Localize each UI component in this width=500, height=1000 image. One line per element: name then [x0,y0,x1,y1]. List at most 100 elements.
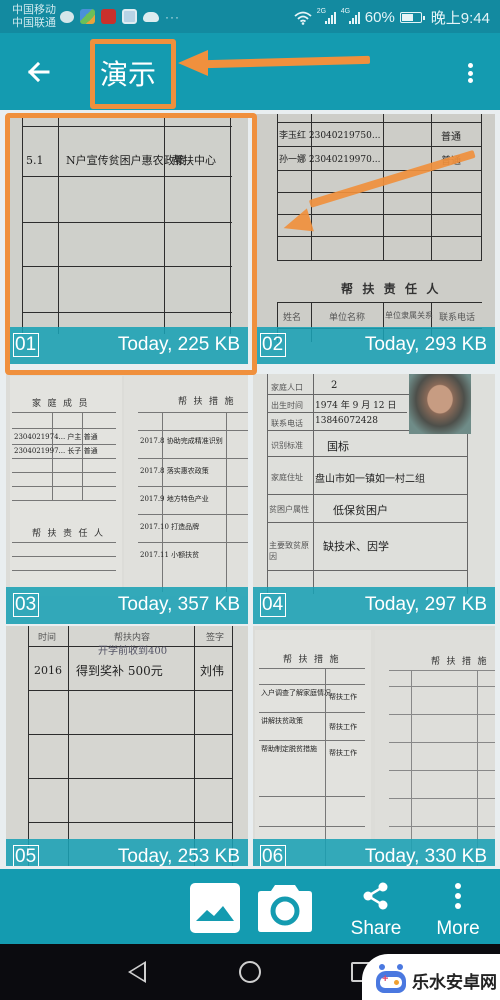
handwriting: 2017.10 打造品牌 [140,523,200,531]
table-line [267,522,467,523]
table-line [383,114,384,260]
wechat-icon [60,10,74,23]
document-card[interactable]: 时间 帮扶内容 签字 开学前收到400 2016 得到奖补 500元 刘伟 05… [6,626,248,866]
field-label: 联系电话 [271,419,303,428]
handwriting: 2017.8 落实惠农政策 [140,467,209,475]
table-line [22,266,232,267]
table-line [226,412,227,592]
item-meta: Today, 225 KB [117,334,240,355]
table-line [28,734,233,735]
document-card[interactable]: 家 庭 成 员 帮 扶 措 施 2304021974... 户主 普通 2304… [6,374,248,624]
table-line [28,778,233,779]
field-label: 家庭人口 [271,383,303,392]
handwriting: 帮扶工作 [329,749,357,757]
table-line [12,570,116,571]
doc-heading: 帮 扶 责 任 人 [32,528,106,538]
handwriting: 帮扶工作 [329,693,357,701]
share-button[interactable]: Share [346,881,406,940]
handwriting: 入户调查了解家庭情况 [261,689,331,697]
item-caption: 02 Today, 293 KB [253,327,495,364]
handwriting: 2017.8 协助完成精准识别 [140,437,223,445]
item-meta: Today, 297 KB [364,594,487,615]
wifi-icon [294,11,312,25]
table-line [138,486,248,487]
camera-button[interactable] [257,881,313,932]
camera-icon [258,885,312,932]
table-line [431,114,432,260]
item-index: 05 [13,845,39,866]
import-gallery-button[interactable] [190,883,240,933]
table-line [28,690,233,691]
weather-icon [143,11,159,22]
more-vert-icon [455,883,461,909]
handwriting: 帮助制定脱贫措施 [261,745,317,753]
field-label: 主要致贫原因 [269,541,309,561]
table-line [12,444,116,445]
table-line [22,312,232,313]
field-label: 识别标准 [271,441,303,450]
doc-heading: 帮 扶 措 施 [283,654,341,664]
table-line [259,684,365,685]
nav-home-button[interactable] [239,961,261,983]
table-line [277,170,482,171]
item-index: 06 [260,845,286,866]
overflow-menu-button[interactable] [458,59,482,87]
handwriting: 讲解扶贫政策 [261,717,303,725]
document-card[interactable]: 家庭人口 2 出生时间 1974 年 9 月 12 日 联系电话 1384607… [253,374,495,624]
item-meta: Today, 253 KB [117,846,240,866]
table-line [259,712,365,713]
doc-heading: 家 庭 成 员 [32,398,90,408]
field-label: 贫困户属性 [269,505,309,514]
battery-icon [399,12,425,23]
table-line [389,826,495,827]
field-value: 国标 [327,440,349,453]
signal-4g-icon: 4G [341,8,360,24]
robot-logo-icon [376,964,406,993]
table-line [389,670,495,671]
back-button[interactable] [22,55,56,89]
handwriting: 得到奖补 500元 [76,664,163,678]
document-grid: 5.1 N户宣传贫困户惠农政策 帮扶中心 01 Today, 225 KB 李玉… [0,110,500,866]
handwriting: 2017.9 地方特色产业 [140,495,209,503]
dot-icon [467,63,473,68]
doc-heading: 帮 扶 责 任 人 [341,282,442,296]
table-line [277,114,278,260]
item-index: 02 [260,333,286,357]
document-card[interactable]: 5.1 N户宣传贫困户惠农政策 帮扶中心 01 Today, 225 KB [6,114,248,364]
more-label: More [436,918,480,939]
back-arrow-icon [27,61,50,83]
signal-2g-icon: 2G [317,8,336,24]
item-index: 03 [13,593,39,617]
item-meta: Today, 293 KB [364,334,487,355]
table-line [481,114,482,260]
handwriting: 2016 [34,664,62,677]
nav-back-button[interactable] [128,961,146,983]
table-line [194,626,195,866]
notification-icons: ··· [60,9,180,24]
item-meta: Today, 330 KB [364,846,487,866]
table-line [259,668,365,669]
table-line [267,374,268,594]
table-line [477,670,478,866]
doc-heading: 帮 扶 措 施 [178,396,236,406]
status-bar: 中国移动 中国联通 ··· 2G 4G 60% 晚上9:44 [0,0,500,33]
battery-fill [401,14,413,21]
table-line [12,486,116,487]
table-line [12,458,116,459]
table-line [58,114,59,334]
screen: 中国移动 中国联通 ··· 2G 4G 60% 晚上9:44 演示 5.1 N户… [0,0,500,1000]
document-card[interactable]: 李玉红 23040219750... 孙一娜 23040219970... 普通… [253,114,495,364]
document-card[interactable]: 帮 扶 措 施 帮 扶 措 施 入户调查了解家庭情况 讲解扶贫政策 帮助制定脱贫… [253,626,495,866]
field-value: 2 [331,380,338,391]
handwriting: 孙一娜 23040219970... [279,155,381,165]
handwriting: 2304021974... 户主 普通 [14,433,98,441]
table-line [12,412,116,413]
field-value: 盘山市如一镇如一村二组 [315,474,425,485]
field-value: 低保贫困户 [333,504,388,517]
table-line [277,260,482,261]
table-line [82,412,83,500]
table-line [12,556,116,557]
more-button[interactable]: More [430,881,486,940]
handwriting: 2304021997... 长子 普通 [14,447,98,455]
carrier-1: 中国移动 [12,4,56,16]
